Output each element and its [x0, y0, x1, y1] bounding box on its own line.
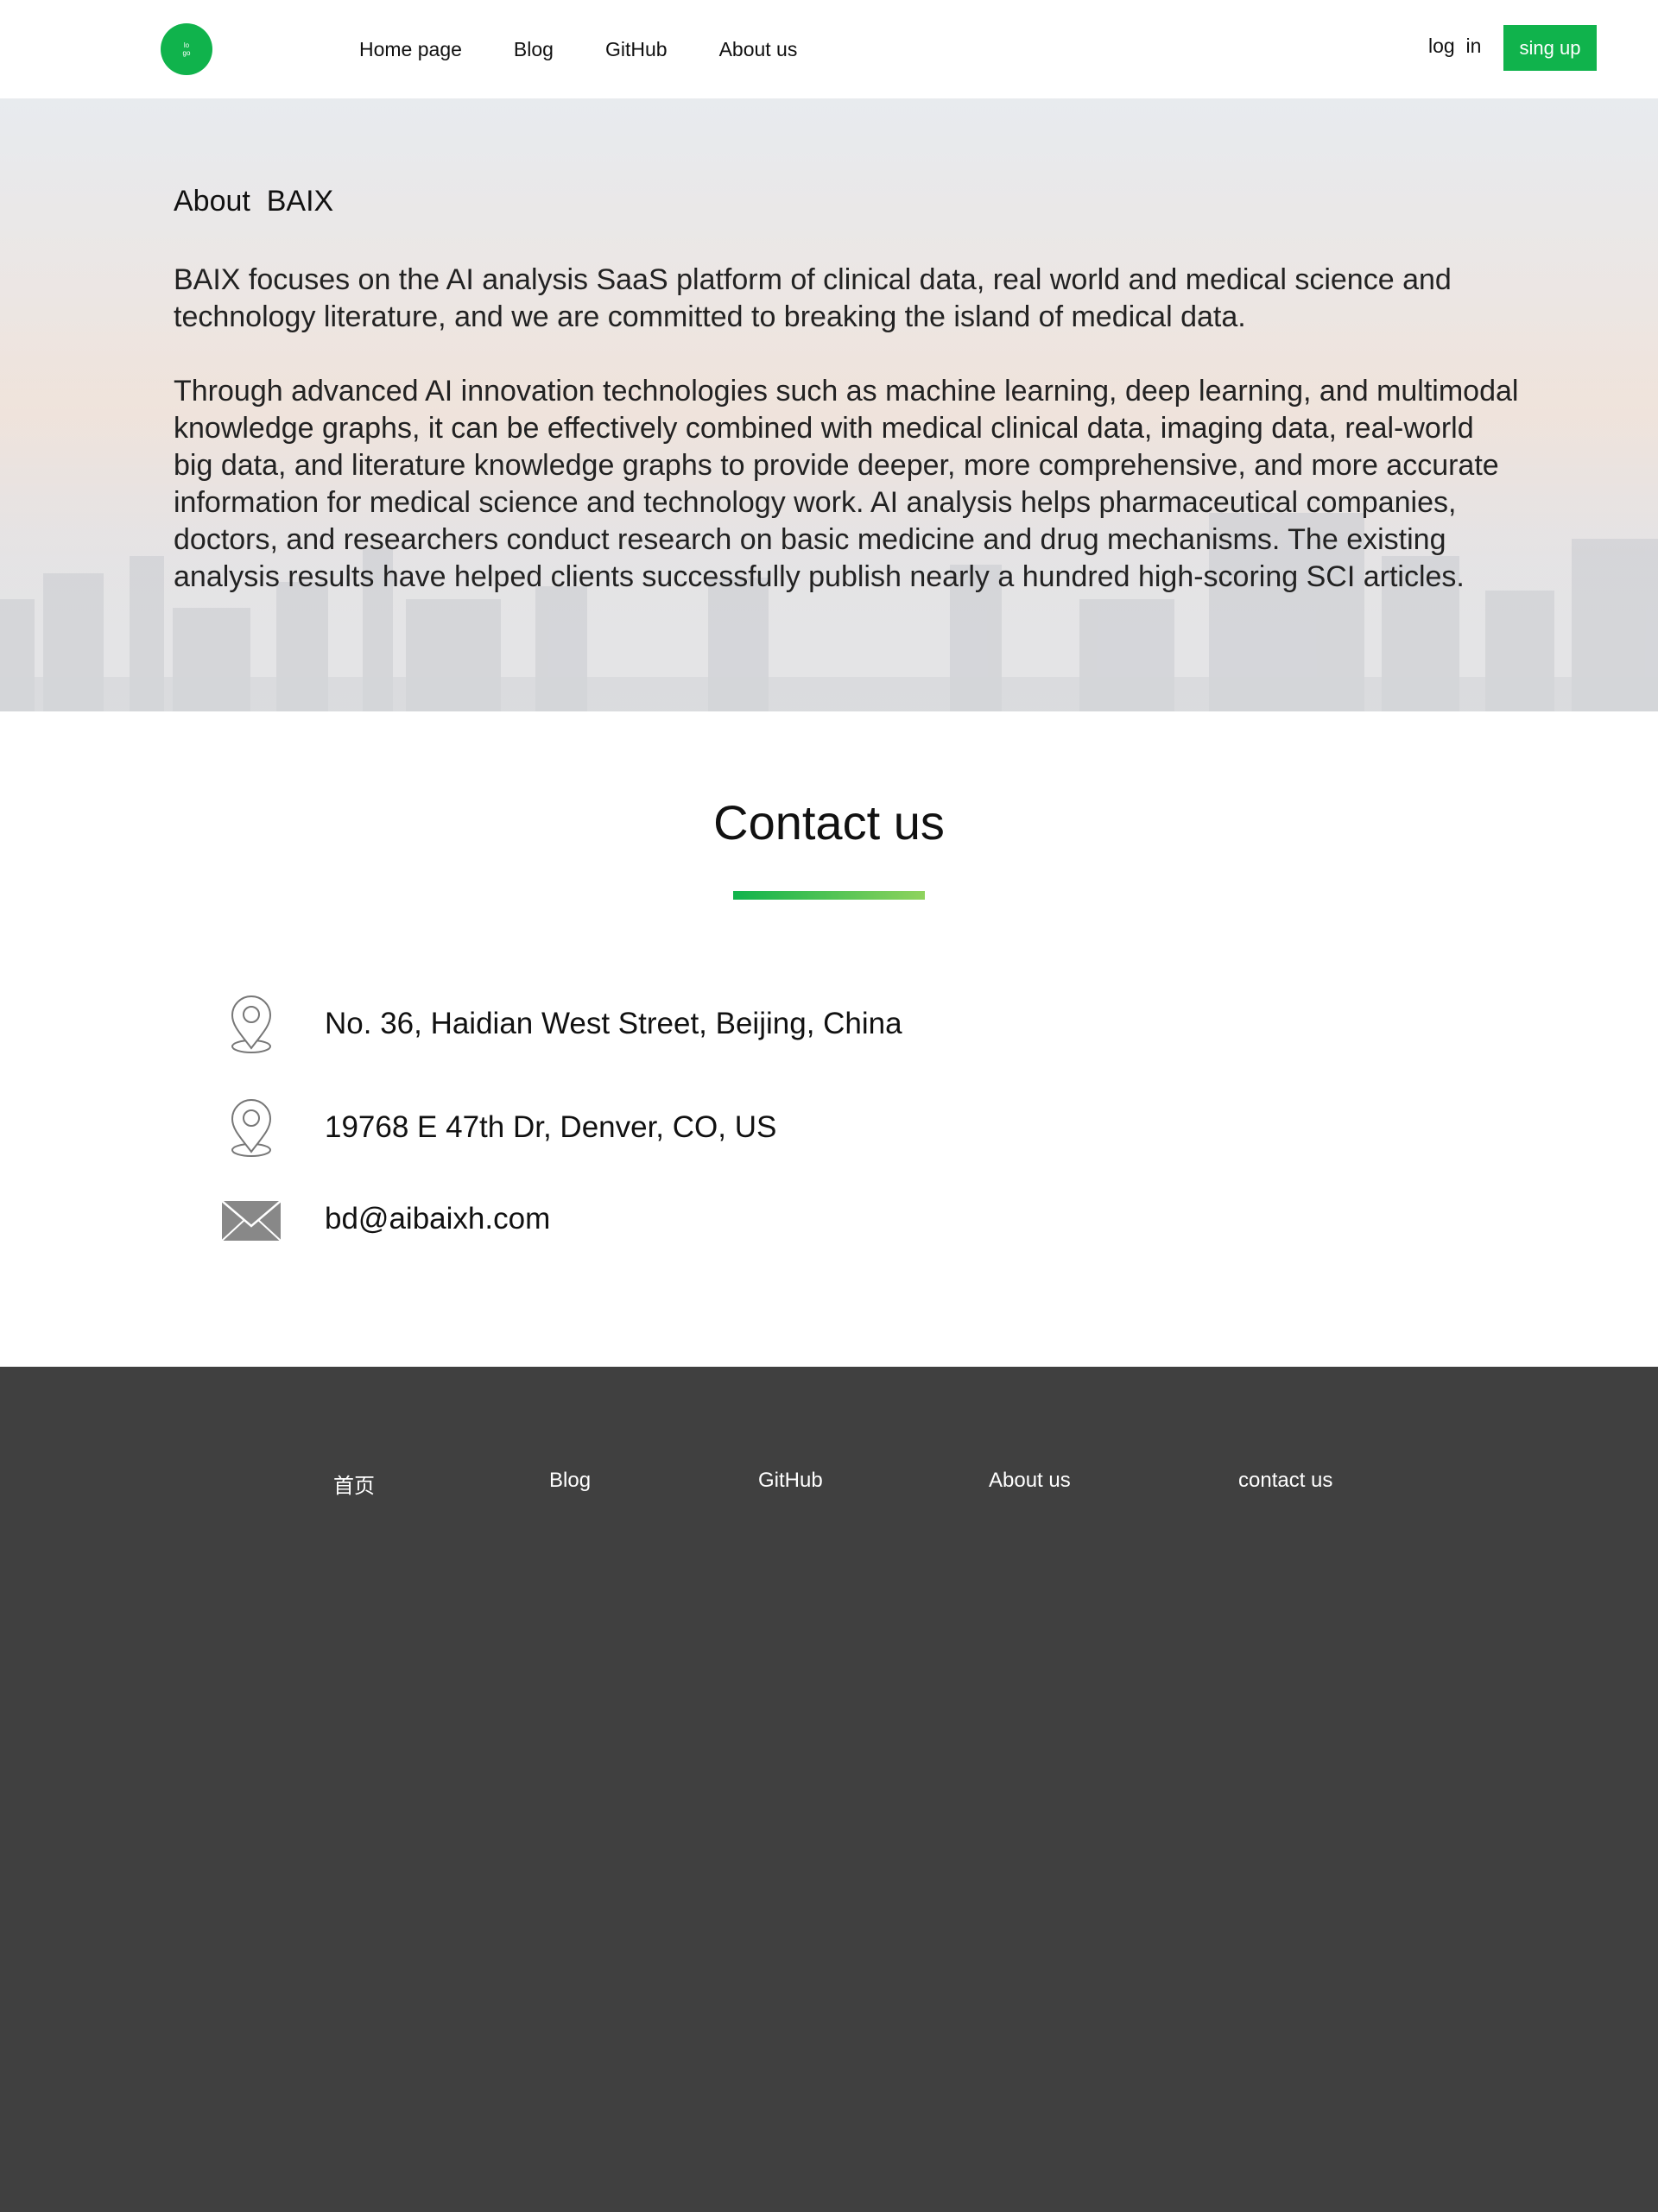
about-title: About BAIX	[174, 185, 334, 218]
envelope-icon	[221, 1200, 282, 1242]
footer-link-home[interactable]: 首页	[333, 1469, 375, 1499]
contact-item-address-beijing: No. 36, Haidian West Street, Beijing, Ch…	[0, 993, 1036, 1062]
site-footer: 首页 Blog GitHub About us contact us	[0, 1367, 1658, 2212]
login-link[interactable]: log in	[1428, 35, 1481, 58]
logo[interactable]: lo go	[161, 23, 212, 75]
footer-link-blog[interactable]: Blog	[549, 1469, 591, 1493]
about-paragraph-2: Through advanced AI innovation technolog…	[174, 375, 1519, 593]
nav-home-page[interactable]: Home page	[359, 38, 462, 61]
nav-blog[interactable]: Blog	[514, 38, 554, 61]
about-paragraph-1: BAIX focuses on the AI analysis SaaS pla…	[174, 263, 1452, 333]
nav-about-us[interactable]: About us	[719, 38, 798, 61]
contact-title: Contact us	[713, 795, 945, 850]
site-header: lo go Home page Blog GitHub About us log…	[0, 0, 1658, 98]
signup-button[interactable]: sing up	[1503, 25, 1597, 71]
about-content: About BAIX BAIX focuses on the AI analys…	[174, 185, 1521, 633]
nav-github[interactable]: GitHub	[605, 38, 668, 61]
main-nav: Home page Blog GitHub About us	[359, 0, 849, 98]
location-pin-icon	[231, 995, 272, 1053]
logo-text-line2: go	[182, 49, 191, 57]
location-pin-icon	[231, 1099, 272, 1157]
contact-title-underline	[733, 891, 925, 900]
contact-address-denver: 19768 E 47th Dr, Denver, CO, US	[325, 1110, 777, 1144]
contact-item-email: bd@aibaixh.com	[0, 1188, 1036, 1257]
contact-item-address-denver: 19768 E 47th Dr, Denver, CO, US	[0, 1097, 1036, 1166]
contact-email[interactable]: bd@aibaixh.com	[325, 1202, 550, 1236]
about-section: About BAIX BAIX focuses on the AI analys…	[0, 98, 1658, 711]
contact-address-beijing: No. 36, Haidian West Street, Beijing, Ch…	[325, 1007, 902, 1040]
logo-text-line1: lo	[183, 41, 190, 49]
footer-link-contact-us[interactable]: contact us	[1238, 1469, 1332, 1493]
footer-link-about-us[interactable]: About us	[989, 1469, 1071, 1493]
footer-link-github[interactable]: GitHub	[758, 1469, 823, 1493]
